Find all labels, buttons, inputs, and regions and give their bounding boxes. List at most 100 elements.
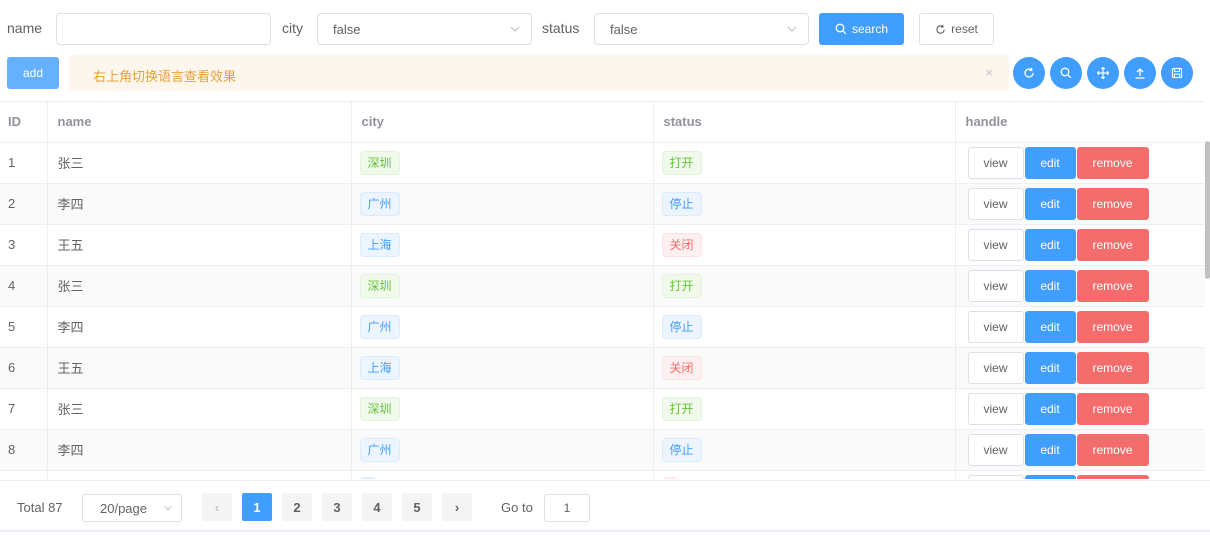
view-button[interactable]: view bbox=[967, 146, 1024, 179]
add-button-label: add bbox=[22, 66, 44, 80]
close-icon[interactable]: × bbox=[985, 65, 993, 80]
edit-button[interactable]: edit bbox=[1024, 187, 1076, 220]
chevron-down-icon bbox=[164, 505, 172, 511]
toggle-search-button[interactable] bbox=[1050, 57, 1082, 89]
status-filter-value: false bbox=[610, 22, 638, 37]
info-alert: 右上角切换语言查看效果 × bbox=[69, 55, 1009, 91]
view-button[interactable]: view bbox=[967, 433, 1024, 466]
edit-button[interactable]: edit bbox=[1024, 228, 1076, 261]
column-header-id[interactable]: ID bbox=[0, 102, 48, 143]
cell-handle: vieweditremove bbox=[955, 470, 1205, 479]
remove-button[interactable]: remove bbox=[1076, 351, 1149, 384]
cell-city: 深圳 bbox=[351, 265, 654, 307]
edit-button[interactable]: edit bbox=[1024, 433, 1076, 466]
page-size-select[interactable]: 20/page bbox=[82, 494, 182, 522]
city-tag: 深圳 bbox=[359, 273, 400, 298]
alert-message: 右上角切换语言查看效果 bbox=[93, 69, 237, 84]
remove-button[interactable]: remove bbox=[1076, 310, 1149, 343]
cell-name bbox=[47, 470, 352, 479]
page-button-4[interactable]: 4 bbox=[362, 493, 392, 521]
edit-button[interactable]: edit bbox=[1024, 269, 1076, 302]
city-filter-select[interactable]: false bbox=[317, 13, 532, 45]
refresh-button[interactable] bbox=[1013, 57, 1045, 89]
move-icon bbox=[1097, 67, 1109, 79]
cell-handle: vieweditremove bbox=[955, 306, 1205, 348]
cell-city: 广州 bbox=[351, 183, 654, 225]
city-tag: 广州 bbox=[359, 314, 400, 339]
status-filter-select[interactable]: false bbox=[594, 13, 809, 45]
name-filter-input[interactable] bbox=[56, 13, 271, 45]
city-tag: 上海 bbox=[359, 355, 400, 380]
edit-button[interactable]: edit bbox=[1024, 351, 1076, 384]
page-button-1[interactable]: 1 bbox=[242, 493, 272, 521]
table-row: 4 张三 深圳 打开 view edit remove bbox=[0, 265, 1205, 307]
remove-button[interactable]: remove bbox=[1076, 228, 1149, 261]
cell-name: 李四 bbox=[47, 306, 352, 348]
page-button-3[interactable]: 3 bbox=[322, 493, 352, 521]
add-button[interactable]: add bbox=[7, 57, 59, 89]
remove-button[interactable]: remove bbox=[1076, 146, 1149, 179]
reset-button[interactable]: reset bbox=[919, 13, 994, 45]
status-tag: 关闭 bbox=[661, 355, 702, 380]
cell-status: 打开 bbox=[653, 142, 956, 184]
search-button[interactable]: search bbox=[819, 13, 904, 45]
view-button[interactable]: view bbox=[967, 269, 1024, 302]
cell-id: 5 bbox=[0, 306, 48, 348]
save-button[interactable] bbox=[1161, 57, 1193, 89]
table-row: 5 李四 广州 停止 view edit remove bbox=[0, 306, 1205, 348]
cell-city: 深圳 bbox=[351, 388, 654, 430]
page-button-5[interactable]: 5 bbox=[402, 493, 432, 521]
remove-button[interactable]: remove bbox=[1076, 269, 1149, 302]
filter-bar: name city false status false search rese… bbox=[0, 13, 1210, 45]
status-filter-label: status bbox=[542, 20, 580, 36]
prev-page-button[interactable]: ‹ bbox=[202, 493, 232, 521]
view-button[interactable]: view bbox=[967, 351, 1024, 384]
city-tag: 深圳 bbox=[359, 150, 400, 175]
table-row: 1 张三 深圳 打开 view edit remove bbox=[0, 142, 1205, 184]
view-button[interactable]: view bbox=[967, 474, 1024, 479]
table-row: 2 李四 广州 停止 view edit remove bbox=[0, 183, 1205, 225]
column-header-city[interactable]: city bbox=[351, 102, 654, 143]
view-button[interactable]: view bbox=[967, 392, 1024, 425]
columns-button[interactable] bbox=[1087, 57, 1119, 89]
remove-button[interactable]: remove bbox=[1076, 392, 1149, 425]
next-page-button[interactable]: › bbox=[442, 493, 472, 521]
city-filter-value: false bbox=[333, 22, 361, 37]
view-button[interactable]: view bbox=[967, 310, 1024, 343]
chevron-down-icon bbox=[787, 26, 797, 32]
status-tag: 打开 bbox=[661, 273, 702, 298]
upload-button[interactable] bbox=[1124, 57, 1156, 89]
cell-name: 张三 bbox=[47, 265, 352, 307]
edit-button[interactable]: edit bbox=[1024, 310, 1076, 343]
cell-status: 打开 bbox=[653, 388, 956, 430]
cell-city: 广州 bbox=[351, 306, 654, 348]
remove-button[interactable]: remove bbox=[1076, 187, 1149, 220]
city-tag: 广州 bbox=[359, 437, 400, 462]
cell-name: 张三 bbox=[47, 388, 352, 430]
view-button[interactable]: view bbox=[967, 228, 1024, 261]
city-tag: 上海 bbox=[359, 232, 400, 257]
page-size-value: 20/page bbox=[100, 501, 147, 516]
cell-status bbox=[653, 470, 956, 479]
cell-city: 深圳 bbox=[351, 142, 654, 184]
cell-id: 4 bbox=[0, 265, 48, 307]
city-filter-label: city bbox=[282, 20, 303, 36]
column-header-handle[interactable]: handle bbox=[955, 102, 1205, 143]
view-button[interactable]: view bbox=[967, 187, 1024, 220]
table-scrollbar[interactable] bbox=[1205, 141, 1210, 279]
edit-button[interactable]: edit bbox=[1024, 392, 1076, 425]
remove-button[interactable]: remove bbox=[1076, 474, 1149, 479]
cell-city: 上海 bbox=[351, 224, 654, 266]
column-header-name[interactable]: name bbox=[47, 102, 352, 143]
cell-handle: vieweditremove bbox=[955, 347, 1205, 389]
edit-button[interactable]: edit bbox=[1024, 146, 1076, 179]
remove-button[interactable]: remove bbox=[1076, 433, 1149, 466]
cell-city: 广州 bbox=[351, 429, 654, 471]
status-tag: 关闭 bbox=[661, 232, 702, 257]
table-row: 6 王五 上海 关闭 view edit remove bbox=[0, 347, 1205, 389]
column-header-status[interactable]: status bbox=[653, 102, 956, 143]
upload-icon bbox=[1135, 68, 1145, 79]
page-button-2[interactable]: 2 bbox=[282, 493, 312, 521]
edit-button[interactable]: edit bbox=[1024, 474, 1076, 479]
goto-page-input[interactable]: 1 bbox=[544, 494, 590, 522]
